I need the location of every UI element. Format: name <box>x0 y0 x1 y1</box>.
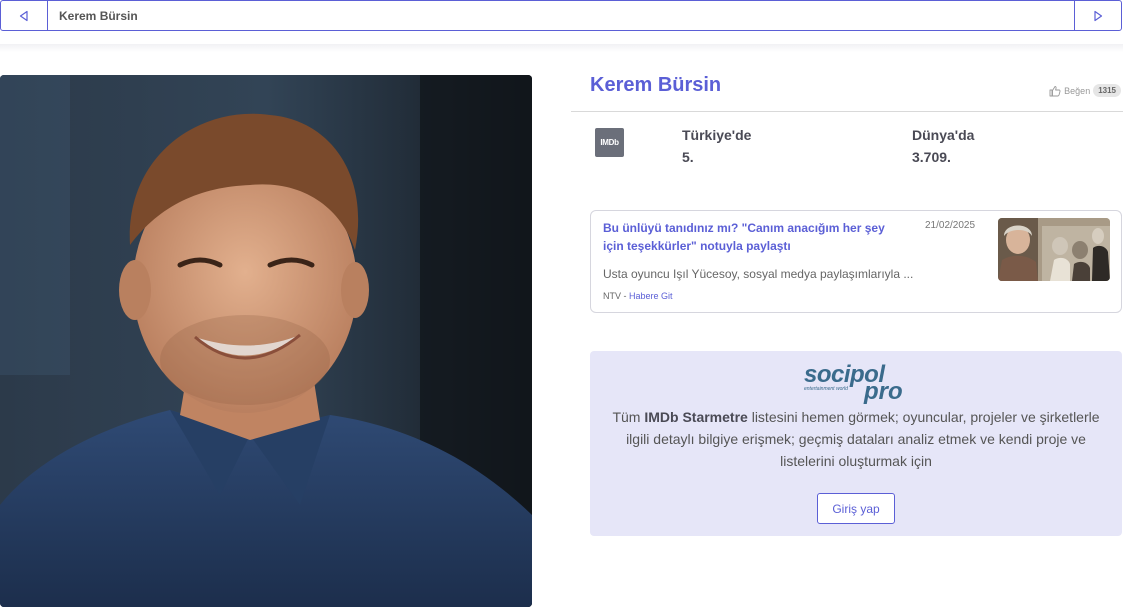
news-thumbnail[interactable] <box>998 218 1110 281</box>
divider <box>571 111 1123 112</box>
like-label: Beğen <box>1064 85 1091 96</box>
top-nav-bar: Kerem Bürsin <box>0 0 1122 31</box>
news-excerpt: Usta oyuncu Işıl Yücesoy, sosyal medya p… <box>603 267 914 281</box>
promo-description: Tüm IMDb Starmetre listesini hemen görme… <box>600 406 1112 472</box>
promo-text-prefix: Tüm <box>612 409 645 425</box>
triangle-right-icon <box>1094 10 1103 21</box>
person-name: Kerem Bürsin <box>590 74 722 96</box>
turkey-rank-value: 5. <box>682 149 694 165</box>
news-source-separator: - <box>621 291 629 301</box>
world-rank-label: Dünya'da <box>912 127 975 143</box>
page-title: Kerem Bürsin <box>59 8 138 23</box>
news-date: 21/02/2025 <box>925 220 976 231</box>
promo-panel: socipol entertainment world pro Tüm IMDb… <box>590 351 1122 536</box>
login-button[interactable]: Giriş yap <box>817 493 895 524</box>
turkey-rank-label: Türkiye'de <box>682 127 752 143</box>
header-shadow <box>0 44 1123 52</box>
logo-pro-text: pro <box>864 378 903 405</box>
promo-text-bold: IMDb Starmetre <box>644 409 748 425</box>
like-button[interactable]: Beğen 1315 <box>1049 84 1121 97</box>
imdb-icon: IMDb <box>595 128 624 157</box>
news-link[interactable]: Habere Git <box>629 291 673 301</box>
prev-button[interactable] <box>1 1 48 30</box>
triangle-left-icon <box>19 10 28 21</box>
portrait-photo <box>0 75 532 607</box>
logo-tagline: entertainment world <box>804 386 848 392</box>
next-button[interactable] <box>1074 1 1121 30</box>
thumbs-up-icon <box>1049 85 1061 97</box>
news-source: NTV <box>603 291 621 301</box>
socipol-logo: socipol entertainment world pro <box>804 361 914 405</box>
news-source-line: NTV - Habere Git <box>603 291 673 301</box>
like-count-badge: 1315 <box>1093 84 1121 97</box>
world-rank-value: 3.709. <box>912 149 951 165</box>
news-card[interactable]: Bu ünlüyü tanıdınız mı? "Canım anacığım … <box>590 210 1122 313</box>
news-title[interactable]: Bu ünlüyü tanıdınız mı? "Canım anacığım … <box>603 219 903 255</box>
